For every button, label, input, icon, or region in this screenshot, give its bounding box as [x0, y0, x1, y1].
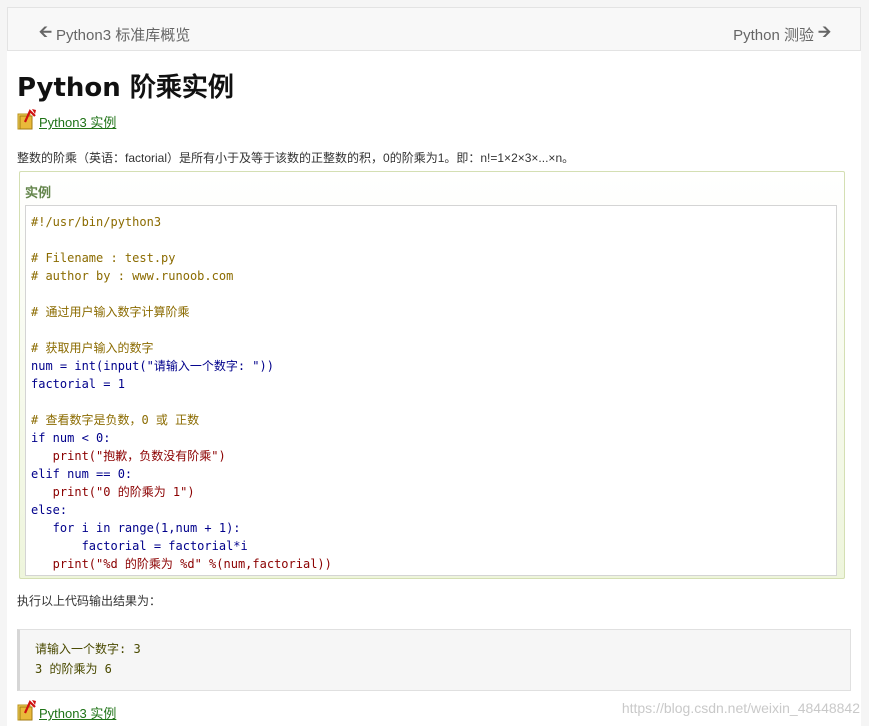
example-link-bottom[interactable]: Python3 实例	[17, 699, 116, 721]
arrow-right-icon: 🡪	[818, 24, 831, 41]
code-line: # 获取用户输入的数字	[31, 341, 154, 355]
code-line: # author by : www.runoob.com	[31, 269, 234, 283]
code-block: #!/usr/bin/python3 # Filename : test.py …	[25, 205, 837, 576]
code-line: factorial = factorial*i	[31, 539, 248, 553]
prev-article-link[interactable]: 🡨 Python3 标准库概览	[39, 21, 190, 48]
article-nav: 🡨 Python3 标准库概览 Python 测验 🡪	[7, 7, 861, 51]
code-line: #!/usr/bin/python3	[31, 215, 162, 229]
watermark: https://blog.csdn.net/weixin_48448842	[621, 700, 860, 716]
book-up-arrow-icon	[17, 699, 37, 721]
page: 🡨 Python3 标准库概览 Python 测验 🡪 Python 阶乘实例 …	[7, 7, 861, 726]
output-line: 3 的阶乘为 6	[35, 662, 112, 676]
example-title: 实例	[25, 185, 52, 200]
output-block: 请输入一个数字: 3 3 的阶乘为 6	[17, 629, 851, 691]
code-line: # 查看数字是负数，0 或 正数	[31, 413, 200, 427]
code-line: print("%d 的阶乘为 %d" %(num,factorial))	[31, 557, 332, 571]
output-line: 请输入一个数字: 3	[35, 642, 141, 656]
arrow-left-icon: 🡨	[39, 24, 52, 41]
example-link-top[interactable]: Python3 实例	[17, 108, 116, 130]
code-line: if num < 0:	[31, 431, 111, 445]
description-text: 整数的阶乘（英语：factorial）是所有小于及等于该数的正整数的积，0的阶乘…	[17, 151, 575, 165]
exec-result-label: 执行以上代码输出结果为：	[17, 594, 162, 608]
code-line: print("0 的阶乘为 1")	[31, 485, 195, 499]
next-article-link[interactable]: Python 测验 🡪	[733, 21, 831, 48]
code-line: # Filename : test.py	[31, 251, 176, 265]
code-line: factorial = 1	[31, 377, 125, 391]
code-line: num = int(input("请输入一个数字: "))	[31, 359, 274, 373]
example-link-label[interactable]: Python3 实例	[39, 707, 116, 721]
page-title: Python 阶乘实例	[17, 73, 234, 103]
code-line: elif num == 0:	[31, 467, 133, 481]
example-link-label[interactable]: Python3 实例	[39, 116, 116, 130]
code-line: for i in range(1,num + 1):	[31, 521, 241, 535]
code-line: # 通过用户输入数字计算阶乘	[31, 305, 190, 319]
prev-article-label: Python3 标准库概览	[56, 27, 191, 44]
next-article-label: Python 测验	[733, 27, 814, 44]
code-line: print("抱歉，负数没有阶乘")	[31, 449, 226, 463]
example-box: 实例 #!/usr/bin/python3 # Filename : test.…	[19, 171, 845, 579]
book-up-arrow-icon	[17, 108, 37, 130]
code-line: else:	[31, 503, 68, 517]
